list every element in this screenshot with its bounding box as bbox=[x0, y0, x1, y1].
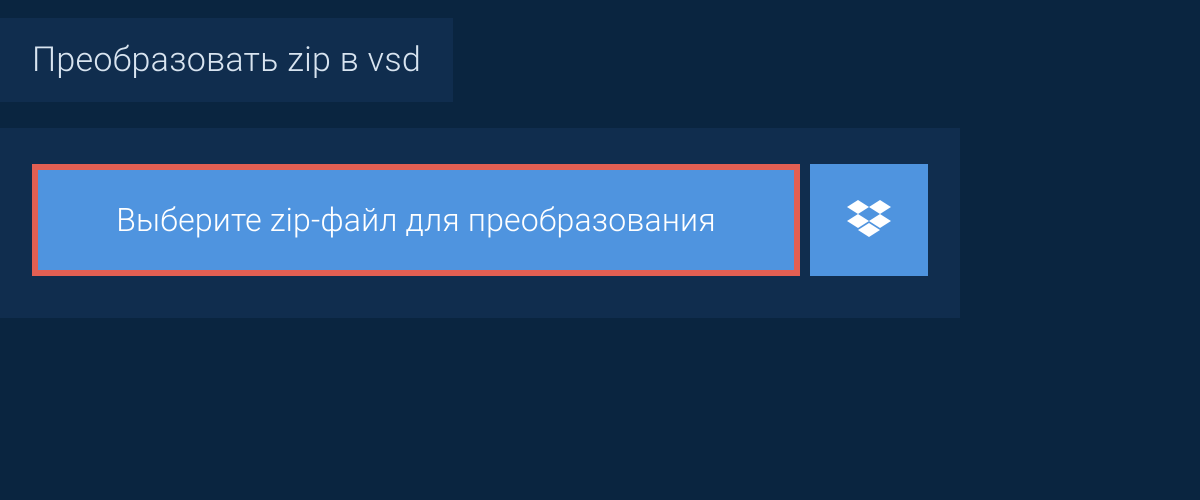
select-file-button[interactable]: Выберите zip-файл для преобразования bbox=[32, 164, 800, 276]
upload-button-row: Выберите zip-файл для преобразования bbox=[32, 164, 928, 276]
page-title: Преобразовать zip в vsd bbox=[32, 40, 421, 80]
dropbox-icon bbox=[847, 200, 891, 240]
upload-panel: Выберите zip-файл для преобразования bbox=[0, 128, 960, 318]
page-title-tab: Преобразовать zip в vsd bbox=[0, 18, 453, 102]
dropbox-button[interactable] bbox=[810, 164, 928, 276]
select-file-label: Выберите zip-файл для преобразования bbox=[116, 201, 716, 239]
